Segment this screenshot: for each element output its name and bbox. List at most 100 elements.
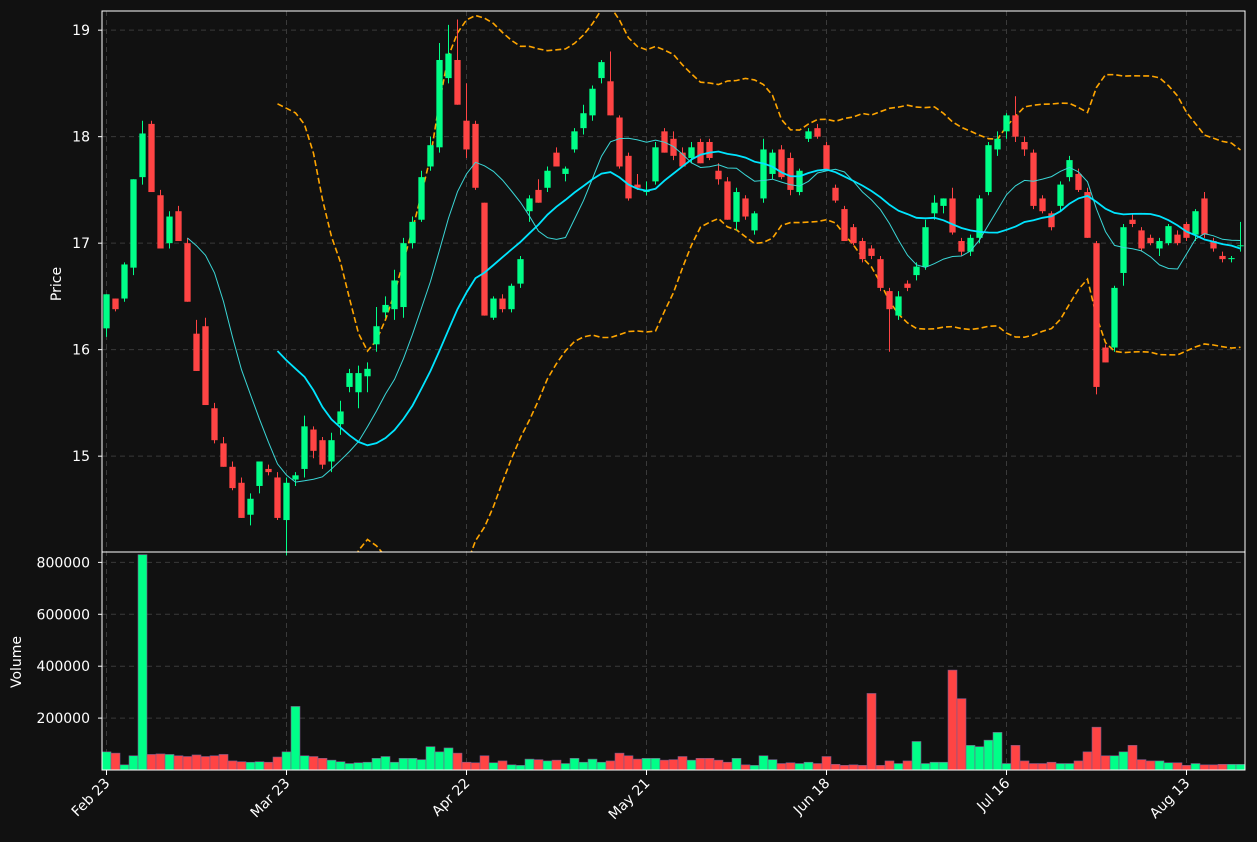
volume-bar xyxy=(569,758,580,771)
volume-bar xyxy=(767,759,778,771)
volume-bar xyxy=(641,758,652,771)
candle-body xyxy=(454,59,461,105)
candle-body xyxy=(157,195,164,249)
candle-body xyxy=(823,145,830,171)
volume-bar xyxy=(695,758,706,771)
volume-bar xyxy=(650,758,661,771)
volume-bar xyxy=(299,755,310,771)
candle-body xyxy=(1003,115,1010,132)
candle-body xyxy=(715,170,722,180)
volume-bar xyxy=(1136,759,1147,771)
volume-bar xyxy=(218,754,229,771)
candle-body xyxy=(211,408,218,441)
volume-bar xyxy=(686,759,697,771)
candle-body xyxy=(436,59,443,148)
volume-bar xyxy=(758,755,769,771)
volume-bar xyxy=(1001,763,1012,771)
volume-bar xyxy=(677,756,688,771)
volume-bar xyxy=(857,765,868,771)
candle-body xyxy=(742,198,749,217)
candle-body xyxy=(832,187,839,201)
volume-bar xyxy=(110,752,121,771)
volume-bar xyxy=(263,761,274,771)
volume-bar xyxy=(137,554,148,771)
volume-bar xyxy=(344,763,355,771)
candle-body xyxy=(292,475,299,480)
volume-bar xyxy=(740,764,751,771)
candle-body xyxy=(922,227,929,267)
candle-body xyxy=(346,373,353,387)
candle-body xyxy=(1237,245,1244,247)
candle-body xyxy=(868,248,875,256)
volume-tick-label: 600000 xyxy=(37,607,90,623)
volume-bar xyxy=(524,758,535,771)
volume-bar xyxy=(713,759,724,771)
candle-body xyxy=(256,461,263,486)
candle-body xyxy=(418,177,425,220)
volume-bar xyxy=(1127,745,1138,771)
candle-body xyxy=(886,291,893,310)
candle-body xyxy=(850,227,857,244)
candle-body xyxy=(283,482,290,521)
candle-body xyxy=(769,152,776,174)
volume-bar xyxy=(191,754,202,771)
volume-bar xyxy=(623,755,634,771)
volume-bar xyxy=(398,758,409,771)
volume-bar xyxy=(1199,764,1210,771)
volume-bar xyxy=(326,759,337,771)
candle-body xyxy=(751,213,758,231)
volume-bar xyxy=(1181,765,1192,771)
volume-bar xyxy=(461,761,472,771)
volume-bar xyxy=(632,758,643,771)
candle-body xyxy=(517,259,524,284)
volume-bar xyxy=(1208,764,1219,771)
volume-bar xyxy=(101,751,112,771)
candle-body xyxy=(796,170,803,193)
volume-bar xyxy=(668,759,679,771)
volume-bar xyxy=(614,752,625,771)
candle-body xyxy=(112,298,119,310)
volume-bar xyxy=(281,751,292,771)
candle-body xyxy=(913,266,920,276)
volume-axis-label: Volume xyxy=(9,636,25,688)
candle-body xyxy=(490,298,497,318)
volume-bar xyxy=(317,758,328,771)
candle-body xyxy=(958,241,965,252)
volume-bar xyxy=(1154,760,1165,771)
volume-bar xyxy=(848,764,859,771)
volume-bar xyxy=(578,761,589,771)
candle-body xyxy=(373,326,380,345)
volume-bar xyxy=(1118,751,1129,771)
volume-bar xyxy=(1172,762,1183,771)
volume-bar xyxy=(956,698,967,771)
candle-body xyxy=(580,113,587,129)
candle-body xyxy=(607,81,614,116)
volume-bar xyxy=(236,761,247,771)
volume-bar xyxy=(362,761,373,771)
candle-body xyxy=(229,466,236,489)
candle-body xyxy=(130,179,137,268)
candle-body xyxy=(148,123,155,193)
volume-bar xyxy=(1091,726,1102,771)
volume-bar xyxy=(200,756,211,771)
volume-bar xyxy=(560,763,571,771)
volume-bar xyxy=(893,763,904,771)
volume-bar xyxy=(542,760,553,771)
volume-bar xyxy=(1037,763,1048,771)
price-tick-label: 15 xyxy=(72,449,90,465)
candle-body xyxy=(175,211,182,242)
volume-tick-label: 400000 xyxy=(37,659,90,675)
volume-tick-label: 800000 xyxy=(37,555,90,571)
volume-bar xyxy=(947,669,958,771)
volume-bar xyxy=(470,762,481,771)
volume-bar xyxy=(812,763,823,771)
candle-body xyxy=(193,333,200,371)
candle-body xyxy=(841,209,848,242)
volume-bar xyxy=(1064,763,1075,771)
volume-bar xyxy=(992,732,1003,771)
volume-bar xyxy=(1145,760,1156,771)
volume-bar xyxy=(785,762,796,771)
candle-body xyxy=(1129,219,1136,224)
candle-body xyxy=(139,133,146,178)
volume-bar xyxy=(371,758,382,771)
